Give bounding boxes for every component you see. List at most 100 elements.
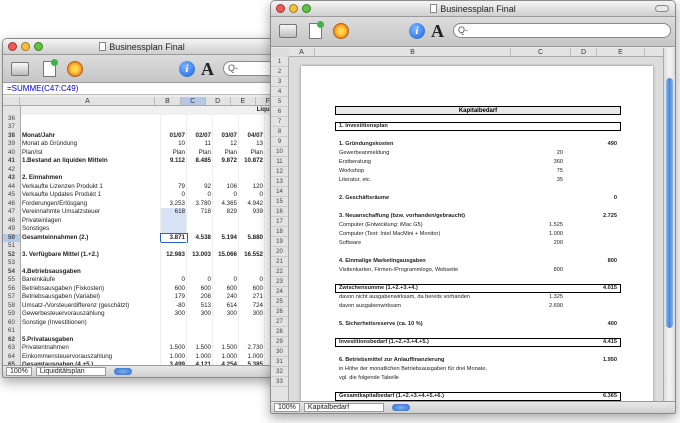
cell[interactable]: 10 [161,140,187,149]
cell[interactable]: Gewerbesteuervorauszahlung [21,310,161,319]
cell[interactable]: -80 [161,301,187,310]
cell[interactable] [161,259,187,268]
sheet-select[interactable]: Liquiditätsplan [35,367,106,376]
cell[interactable] [161,123,187,132]
cell[interactable]: 718 [187,208,213,217]
cell[interactable] [239,225,265,234]
cell[interactable]: 4.Betriebsausgaben [21,267,161,276]
table-row[interactable]: 38 Monat/Jahr 01/07 02/07 03/07 04/07 [3,131,281,140]
cell[interactable]: 02/07 [187,131,213,140]
cell[interactable] [187,216,213,225]
formula-bar[interactable]: =SUMME(C47:C49) [3,83,281,95]
column-header[interactable]: B [155,97,181,105]
cell[interactable] [239,259,265,268]
table-row[interactable]: 51 [3,242,281,251]
cell[interactable] [213,335,239,344]
row-number[interactable]: 31 [271,357,288,367]
table-row[interactable]: 43 2. Einnahmen [3,174,281,183]
table-row[interactable]: 63 Privatentnahmen 1.500 1.500 1.500 2.730 [3,344,281,353]
cell[interactable] [239,318,265,327]
cell[interactable] [213,174,239,183]
column-header[interactable]: C [180,97,206,105]
cell[interactable] [187,114,213,123]
cell[interactable]: Gesamteinnahmen (2.) [21,233,161,242]
cell[interactable]: 13 [239,140,265,149]
front-sheet-area[interactable]: ABCDE 1 2 3 4 5 6 7 8 9 10 11 12 13 14 15 16 17 18 19 20 21 2… [271,48,675,406]
cell[interactable]: 600 [213,284,239,293]
cell[interactable]: 15.066 [213,250,239,259]
cell[interactable]: Privateinlagen [21,216,161,225]
cell[interactable] [239,114,265,123]
cell[interactable] [239,174,265,183]
cell[interactable] [187,174,213,183]
zoom-select[interactable]: 100% [274,403,300,412]
cell[interactable]: Verkaufte Lizenzen Produkt 1 [21,182,161,191]
cell[interactable] [239,267,265,276]
cell[interactable]: 5.Privatausgaben [21,335,161,344]
row-number[interactable]: 29 [271,337,288,347]
table-row[interactable]: 55 Bareinkäufe 0 0 0 0 [3,276,281,285]
cell[interactable] [21,165,161,174]
search-input[interactable]: Q- [453,23,671,38]
cell[interactable]: 11 [187,140,213,149]
zoom-button[interactable] [302,4,311,13]
cell[interactable] [21,114,161,123]
row-number[interactable]: 6 [271,107,288,117]
cell[interactable]: 79 [161,182,187,191]
cell[interactable]: 01/07 [161,131,187,140]
cell[interactable]: Einkommensteuervorauszahlung [21,352,161,361]
table-row[interactable]: 60 Sonstige (Investitionen) [3,318,281,327]
cell[interactable]: 3.253 [161,199,187,208]
cell[interactable]: 600 [161,284,187,293]
cell[interactable]: 0 [239,276,265,285]
cell[interactable] [187,259,213,268]
row-number[interactable]: 25 [271,297,288,307]
cell[interactable] [161,225,187,234]
cell[interactable]: 600 [239,284,265,293]
new-sheet-button[interactable] [309,21,324,40]
row-number[interactable]: 3 [271,77,288,87]
cell[interactable]: Plan [213,148,239,157]
cell[interactable]: Verkaufte Updates Produkt 1 [21,191,161,200]
cell[interactable]: 0 [187,276,213,285]
table-row[interactable]: 44 Verkaufte Lizenzen Produkt 1 79 92 106 12… [3,182,281,191]
row-number[interactable]: 17 [271,217,288,227]
row-number[interactable]: 18 [271,227,288,237]
cell[interactable]: 120 [239,182,265,191]
cell[interactable]: 1.000 [161,352,187,361]
close-button[interactable] [8,42,17,51]
cell[interactable]: Monat/Jahr [21,131,161,140]
cell[interactable] [239,216,265,225]
cell[interactable]: 2.730 [239,344,265,353]
row-number[interactable]: 1 [271,57,288,67]
cell[interactable] [21,123,161,132]
zoom-button[interactable] [34,42,43,51]
table-row[interactable]: 36 [3,114,281,123]
cell[interactable]: 8.485 [187,157,213,166]
cell[interactable]: 3.871 [160,232,188,243]
row-number[interactable]: 15 [271,197,288,207]
cell[interactable]: Forderungen/Erlösgang [21,199,161,208]
cell[interactable] [161,327,187,336]
cell[interactable]: 1.000 [239,352,265,361]
cell[interactable] [213,259,239,268]
cell[interactable]: Vereinnahmte Umsatzsteuer [21,208,161,217]
row-number[interactable]: 26 [271,307,288,317]
cell[interactable] [161,114,187,123]
table-row[interactable]: 59 Gewerbesteuervorauszahlung 300 300 300 30… [3,310,281,319]
cell[interactable]: 179 [161,293,187,302]
cell[interactable]: 614 [213,301,239,310]
cell[interactable]: Plan [239,148,265,157]
cell[interactable]: 9.872 [213,157,239,166]
column-header[interactable]: D [206,97,231,105]
cell[interactable]: 300 [161,310,187,319]
functions-button[interactable] [333,22,349,40]
sheet-switcher-icon[interactable] [113,368,132,375]
cell[interactable] [161,165,187,174]
row-number[interactable]: 7 [271,117,288,127]
cell[interactable]: 0 [213,276,239,285]
cell[interactable]: 1.500 [213,344,239,353]
row-number[interactable]: 23 [271,277,288,287]
cell[interactable] [213,216,239,225]
fonts-button[interactable]: A [201,59,214,79]
